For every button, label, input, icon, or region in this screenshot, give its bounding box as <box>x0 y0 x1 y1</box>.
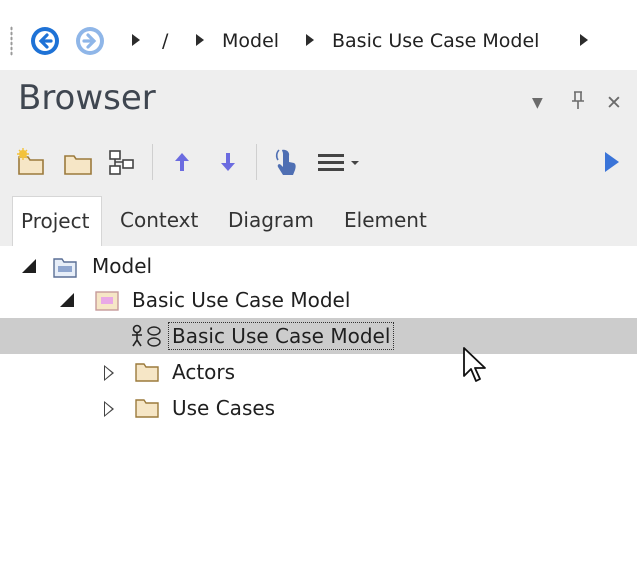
tree-item-label: Actors <box>172 360 236 384</box>
tree-item-label: Basic Use Case Model <box>167 322 395 350</box>
browser-title: Browser <box>18 78 156 118</box>
breadcrumb-separator-icon[interactable] <box>306 34 314 46</box>
mouse-cursor-icon <box>462 346 492 386</box>
breadcrumb-separator-icon[interactable] <box>196 34 204 46</box>
folder-icon <box>134 395 160 421</box>
hierarchy-icon[interactable] <box>106 146 138 178</box>
breadcrumb-bar: / Model Basic Use Case Model <box>0 12 637 70</box>
breadcrumb-package[interactable]: Basic Use Case Model <box>332 30 539 52</box>
package-icon <box>94 287 120 313</box>
use-case-diagram-icon <box>128 323 162 349</box>
browser-header: Browser ▼ ✕ <box>0 70 637 136</box>
tab-context[interactable]: Context <box>120 196 198 246</box>
breadcrumb-model[interactable]: Model <box>222 30 279 52</box>
collapsed-arrow-icon[interactable] <box>104 401 114 417</box>
tree-item-actors[interactable]: Actors <box>0 354 637 390</box>
tree-item-label: Basic Use Case Model <box>132 288 351 312</box>
new-package-icon[interactable] <box>14 146 46 178</box>
toolbar-separator <box>256 144 257 180</box>
move-up-icon[interactable] <box>166 146 198 178</box>
project-tree: Model Basic Use Case Model Basic Use Cas… <box>0 246 637 571</box>
browser-toolbar <box>0 136 637 188</box>
close-icon[interactable]: ✕ <box>606 92 622 114</box>
expanded-arrow-icon[interactable] <box>22 259 36 273</box>
collapsed-arrow-icon[interactable] <box>104 365 114 381</box>
folder-icon <box>134 359 160 385</box>
breadcrumb-separator-icon[interactable] <box>580 34 588 46</box>
expanded-arrow-icon[interactable] <box>60 293 74 307</box>
model-root-icon <box>52 253 78 279</box>
tab-element[interactable]: Element <box>344 196 427 246</box>
expand-right-icon[interactable] <box>596 146 628 178</box>
tree-item-use-cases[interactable]: Use Cases <box>0 390 637 426</box>
tab-project[interactable]: Project <box>12 196 102 246</box>
forward-icon[interactable] <box>75 26 105 56</box>
tree-item-model[interactable]: Model <box>0 248 637 284</box>
back-icon[interactable] <box>30 26 60 56</box>
breadcrumb-separator-icon[interactable] <box>132 34 140 46</box>
breadcrumb-root[interactable]: / <box>162 30 168 52</box>
tree-item-label: Model <box>92 254 153 278</box>
toolbar-separator <box>152 144 153 180</box>
tree-item-package[interactable]: Basic Use Case Model <box>0 282 637 318</box>
tab-diagram[interactable]: Diagram <box>228 196 314 246</box>
tree-item-label: Use Cases <box>172 396 276 420</box>
dropdown-icon[interactable]: ▼ <box>532 95 543 111</box>
locate-icon[interactable] <box>270 146 302 178</box>
tree-item-diagram[interactable]: Basic Use Case Model <box>0 318 637 354</box>
folder-icon[interactable] <box>62 146 94 178</box>
move-down-icon[interactable] <box>212 146 244 178</box>
pin-icon[interactable] <box>570 90 586 115</box>
breadcrumb: / Model Basic Use Case Model <box>120 20 637 64</box>
browser-tabs: Project Context Diagram Element <box>0 188 637 246</box>
menu-icon[interactable] <box>314 146 370 178</box>
toolbar-grip[interactable] <box>10 26 13 56</box>
